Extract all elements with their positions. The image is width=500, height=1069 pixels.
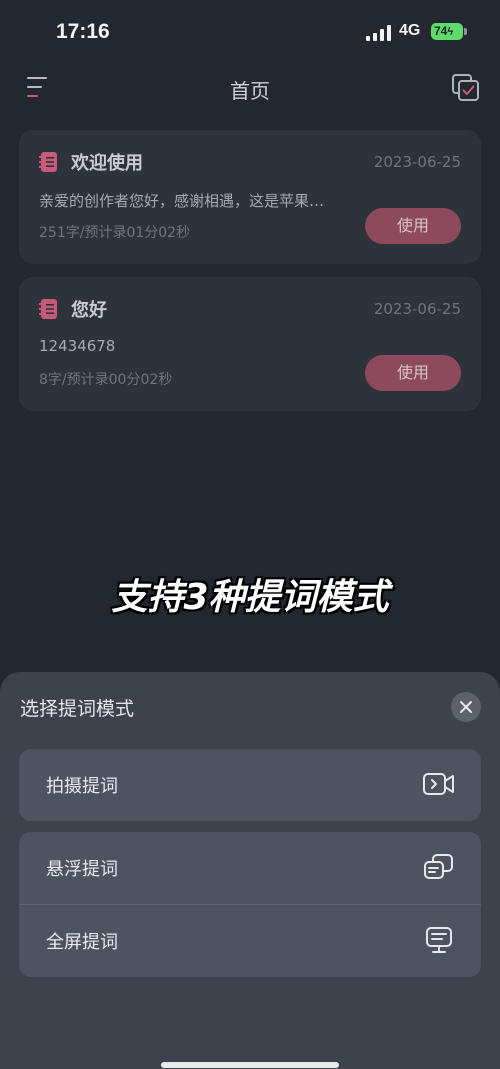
script-meta: 8字/预计录00分02秒 <box>39 372 173 388</box>
notebook-icon <box>39 299 57 319</box>
script-date: 2023-06-25 <box>373 153 461 171</box>
use-button[interactable]: 使用 <box>365 355 461 391</box>
copy-check-icon[interactable] <box>451 73 481 103</box>
script-date: 2023-06-25 <box>373 300 461 318</box>
script-meta: 251字/预计录01分02秒 <box>39 225 191 241</box>
option-floating-prompt[interactable]: 悬浮提词 <box>19 832 481 904</box>
notebook-icon <box>39 152 57 172</box>
option-label: 全屏提词 <box>46 932 118 953</box>
battery-level: 74 <box>434 24 448 38</box>
close-button[interactable] <box>451 692 481 722</box>
home-indicator[interactable] <box>161 1062 339 1068</box>
option-group-screen: 悬浮提词 全屏提词 <box>19 832 481 977</box>
script-preview: 亲爱的创作者您好，感谢相遇，这是苹果… <box>39 192 325 210</box>
status-bar: 17:16 4G 74ϟ <box>0 0 500 64</box>
script-card[interactable]: 您好 2023-06-25 12434678 8字/预计录00分02秒 使用 <box>19 277 481 411</box>
option-label: 拍摄提词 <box>46 776 118 797</box>
promo-caption: 支持3种提词模式 <box>111 577 389 618</box>
close-icon <box>460 701 472 713</box>
app-screen: 17:16 4G 74ϟ 首页 欢迎使用 2023-06-25 亲爱的创作者您好… <box>0 0 500 1069</box>
mode-select-sheet: 选择提词模式 拍摄提词 悬浮提词 全屏提词 <box>0 672 500 1069</box>
nav-bar: 首页 <box>0 64 500 114</box>
option-group-camera: 拍摄提词 <box>19 749 481 821</box>
use-button[interactable]: 使用 <box>365 208 461 244</box>
network-type: 4G <box>399 22 421 39</box>
script-title: 您好 <box>71 300 107 321</box>
option-camera-prompt[interactable]: 拍摄提词 <box>19 749 481 821</box>
option-label: 悬浮提词 <box>46 859 118 880</box>
page-title: 首页 <box>230 79 270 103</box>
cellular-signal-icon <box>366 25 392 41</box>
status-time: 17:16 <box>56 20 110 43</box>
battery-cap <box>464 28 467 35</box>
script-card[interactable]: 欢迎使用 2023-06-25 亲爱的创作者您好，感谢相遇，这是苹果… 251字… <box>19 130 481 264</box>
sheet-title: 选择提词模式 <box>20 698 135 720</box>
script-preview: 12434678 <box>39 337 116 355</box>
option-fullscreen-prompt[interactable]: 全屏提词 <box>19 904 481 977</box>
fullscreen-monitor-icon <box>426 927 452 953</box>
script-title: 欢迎使用 <box>71 153 143 174</box>
floating-window-icon <box>424 854 453 879</box>
video-camera-icon <box>423 773 454 795</box>
battery-icon: 74ϟ <box>431 23 463 40</box>
